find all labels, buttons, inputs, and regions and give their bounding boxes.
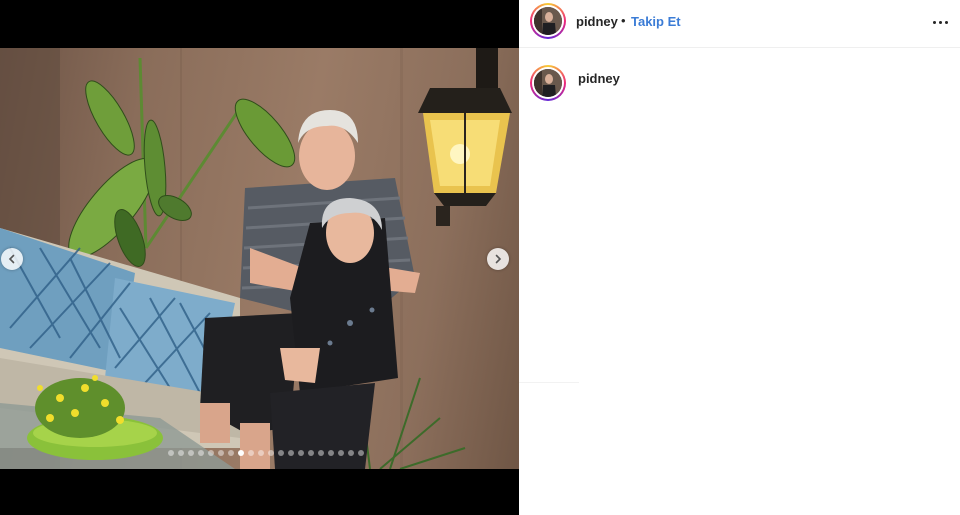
carousel-dot	[358, 450, 364, 456]
carousel-dot	[198, 450, 204, 456]
carousel-dot	[318, 450, 324, 456]
carousel-dot	[328, 450, 334, 456]
carousel-dot	[228, 450, 234, 456]
more-horizontal-icon	[932, 20, 936, 24]
carousel-prev-button[interactable]	[1, 248, 23, 270]
post-media-pane	[0, 0, 519, 515]
couple	[200, 110, 420, 469]
carousel-dot	[278, 450, 284, 456]
carousel-dot	[298, 450, 304, 456]
carousel-dot	[288, 450, 294, 456]
carousel-dot	[308, 450, 314, 456]
carousel-dot	[258, 450, 264, 456]
carousel-dot	[208, 450, 214, 456]
chevron-right-icon	[495, 254, 502, 264]
carousel-dot	[168, 450, 174, 456]
avatar-border	[532, 5, 564, 37]
carousel-dot	[268, 450, 274, 456]
post-photo[interactable]	[0, 48, 519, 469]
carousel-indicator	[168, 450, 364, 456]
post-author-username[interactable]: pidney	[576, 14, 618, 29]
avatar-border	[532, 67, 564, 99]
carousel-dot	[188, 450, 194, 456]
carousel-dot	[248, 450, 254, 456]
caption-username[interactable]: pidney	[578, 71, 620, 86]
more-horizontal-icon-dot	[944, 20, 948, 24]
follow-button[interactable]: Takip Et	[631, 14, 681, 29]
carousel-dot	[338, 450, 344, 456]
photo-illustration	[0, 48, 512, 469]
avatar-image	[534, 69, 562, 97]
post-side-pane: pidney • Takip Et pidney	[519, 0, 960, 515]
header-separator: •	[621, 13, 626, 28]
more-horizontal-icon-dot	[938, 20, 942, 24]
avatar[interactable]	[530, 3, 566, 39]
carousel-dot	[238, 450, 244, 456]
carousel-next-button[interactable]	[487, 248, 509, 270]
chevron-left-icon	[8, 254, 15, 264]
wall-lantern	[418, 48, 512, 226]
carousel-dot	[218, 450, 224, 456]
avatar-image	[534, 7, 562, 35]
post-header: pidney • Takip Et	[519, 0, 960, 48]
more-options-button[interactable]	[929, 12, 951, 32]
caption-avatar[interactable]	[530, 65, 566, 101]
carousel-dot	[348, 450, 354, 456]
carousel-dot	[178, 450, 184, 456]
divider	[519, 382, 579, 383]
